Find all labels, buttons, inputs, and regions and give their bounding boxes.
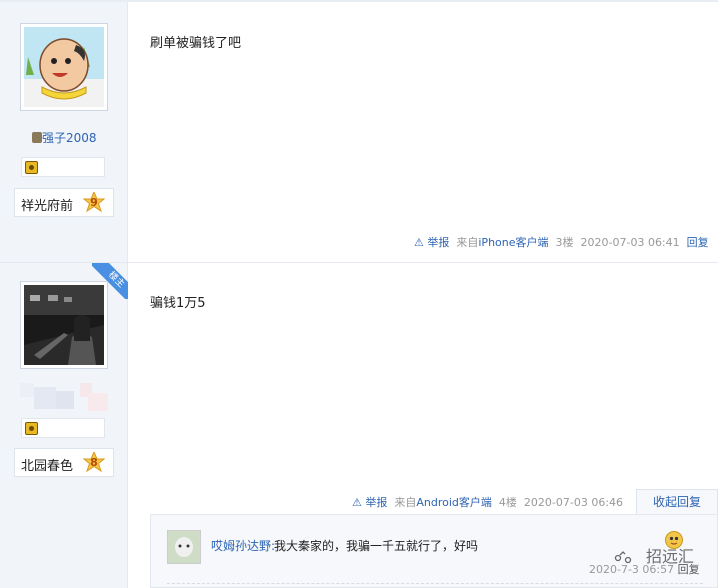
reply-separator: [167, 583, 703, 584]
blurred-author-name: [18, 381, 108, 413]
report-link[interactable]: ⚠ 举报: [414, 236, 449, 249]
report-link[interactable]: ⚠ 举报: [352, 496, 387, 509]
post-time: 2020-07-03 06:41: [580, 236, 680, 249]
medal-icon: [25, 422, 38, 435]
post-time: 2020-07-03 06:46: [523, 496, 624, 509]
top-divider: [0, 0, 718, 2]
wechat-icon: [614, 551, 632, 564]
medal-box[interactable]: [21, 418, 105, 438]
forum-membership[interactable]: 北园春色 8: [14, 448, 114, 477]
floor-number: 3楼: [555, 236, 574, 249]
forum-name: 祥光府前: [21, 199, 74, 214]
collapse-replies-button[interactable]: 收起回复: [636, 489, 718, 514]
post-content: 刷单被骗钱了吧: [150, 36, 242, 51]
level-badge: 9: [82, 190, 106, 214]
level-number: 9: [90, 196, 98, 209]
level-number: 8: [90, 456, 98, 469]
client-link[interactable]: Android客户端: [416, 496, 492, 509]
reply-avatar[interactable]: [167, 530, 201, 564]
avatar[interactable]: [20, 281, 108, 369]
photo-avatar-image: [24, 285, 104, 365]
reply-username[interactable]: 哎姆孙达野:: [211, 537, 275, 554]
medal-box[interactable]: [21, 157, 105, 177]
medal-icon: [25, 161, 38, 174]
thread-page: 强子2008 祥光府前 9 刷单被骗钱了吧 ⚠ 举报 来自iPhone客户端 3…: [0, 0, 718, 588]
forum-name: 北园春色: [21, 459, 74, 474]
level-badge: 8: [82, 450, 106, 474]
post-meta: ⚠ 举报 来自Android客户端 4楼 2020-07-03 06:46: [352, 494, 623, 510]
avatar[interactable]: [20, 23, 108, 111]
post-content: 骗钱1万5: [150, 296, 206, 311]
watermark-text: 招远汇: [646, 547, 695, 566]
reply-link[interactable]: 回复: [687, 236, 709, 249]
author-name[interactable]: 强子2008: [32, 129, 97, 146]
client-link[interactable]: iPhone客户端: [478, 236, 548, 249]
source-info: 来自Android客户端: [394, 496, 492, 509]
warning-icon: ⚠: [414, 236, 424, 249]
user-icon: [32, 132, 42, 143]
warning-icon: ⚠: [352, 496, 362, 509]
cartoon-avatar-image: [24, 27, 104, 107]
source-info: 来自iPhone客户端: [456, 236, 549, 249]
floor-number: 4楼: [498, 496, 517, 509]
forum-membership[interactable]: 祥光府前 9: [14, 188, 114, 217]
post-meta: ⚠ 举报 来自iPhone客户端 3楼 2020-07-03 06:41 回复: [414, 234, 709, 250]
reply-text: 我大秦家的，我骗一千五就行了，好吗: [274, 539, 479, 553]
